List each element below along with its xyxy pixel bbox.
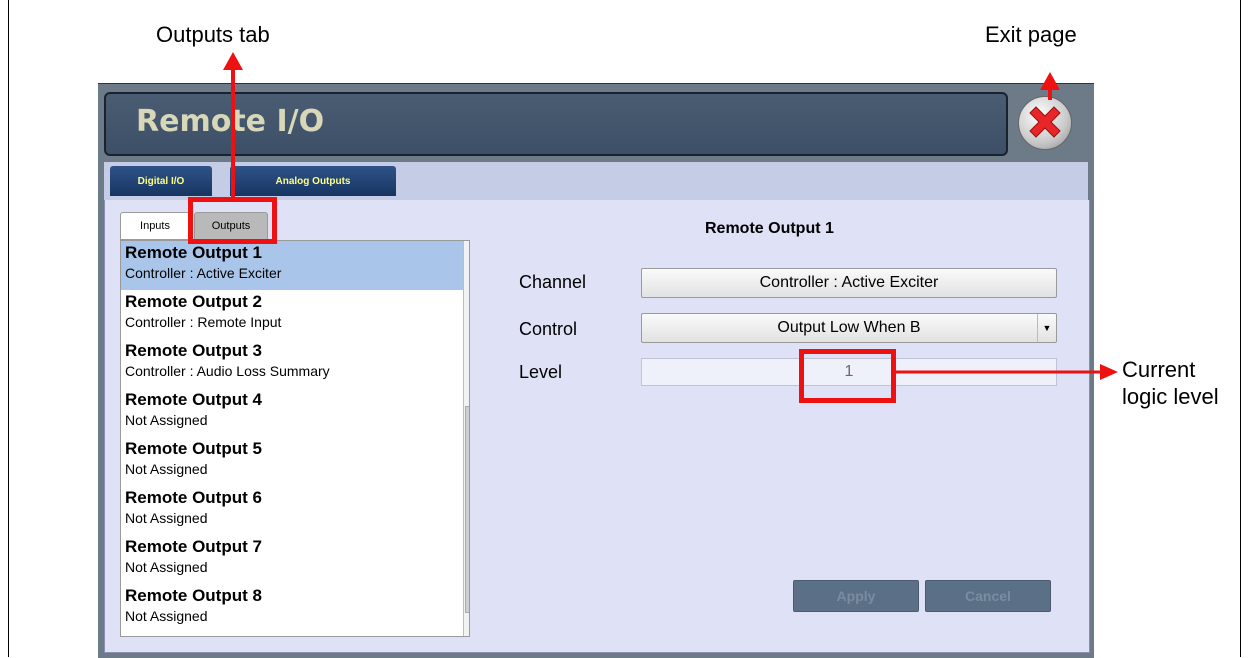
annotation-arrows xyxy=(223,52,1118,380)
exit-arrowhead xyxy=(1040,72,1060,90)
outputs-tab-arrowhead xyxy=(223,52,243,70)
level-arrowhead xyxy=(1100,364,1118,380)
